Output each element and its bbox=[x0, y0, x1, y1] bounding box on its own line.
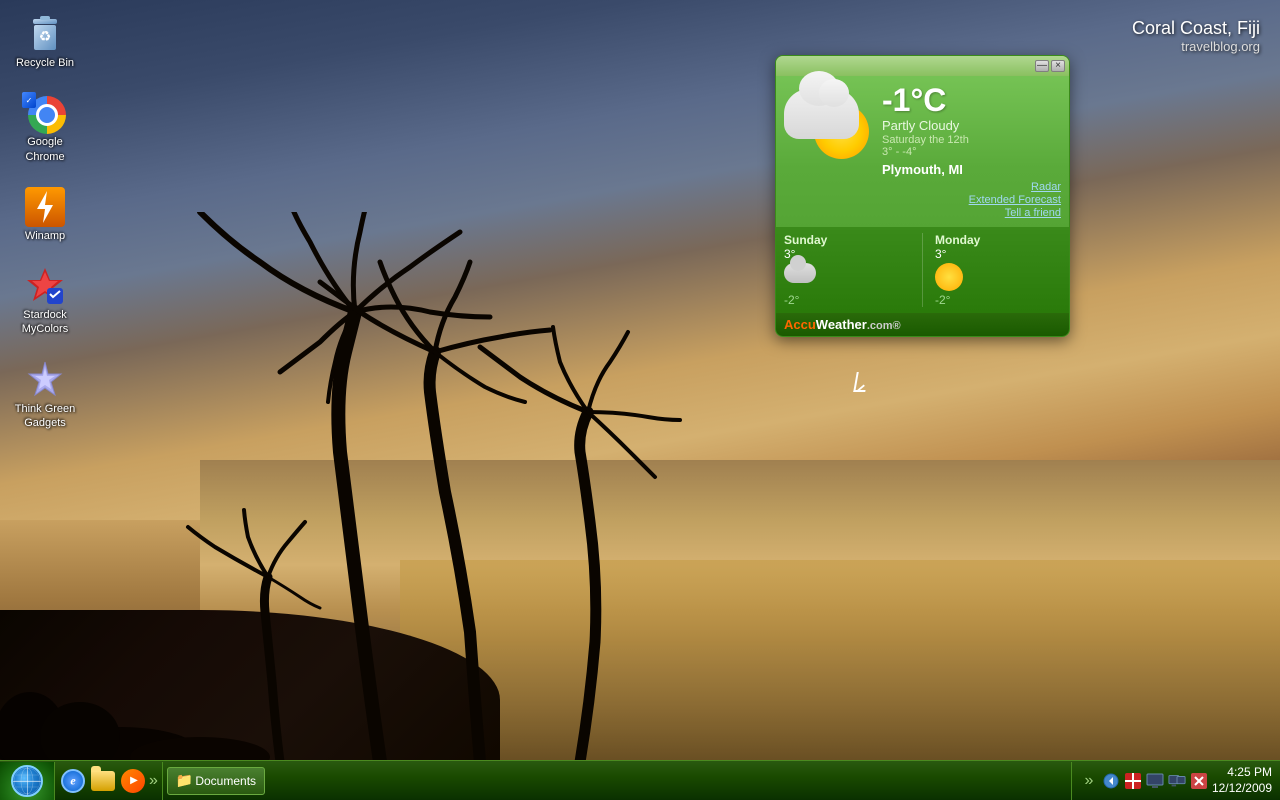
location-site: travelblog.org bbox=[1132, 39, 1260, 54]
flag-tray-icon[interactable] bbox=[1124, 772, 1142, 790]
location-name: Coral Coast, Fiji bbox=[1132, 18, 1260, 39]
weather-condition: Partly Cloudy bbox=[882, 118, 1061, 133]
weather-main-body: -1°C Partly Cloudy Saturday the 12th 3° … bbox=[776, 76, 1069, 227]
clock-time: 4:25 PM bbox=[1227, 765, 1272, 781]
folder-quicklaunch[interactable] bbox=[89, 767, 117, 795]
taskbar: » 📁 Documents » bbox=[0, 760, 1280, 800]
recycle-bin-image: ♻ bbox=[25, 14, 65, 54]
forecast-divider bbox=[922, 233, 923, 307]
weather-icon-container bbox=[784, 84, 874, 219]
think-green-gadgets-icon[interactable]: Think Green Gadgets bbox=[10, 356, 80, 435]
close-tray-icon[interactable] bbox=[1190, 772, 1208, 790]
weather-widget: — × -1°C Partly Cloudy Saturday the 12th… bbox=[775, 55, 1070, 337]
google-chrome-icon[interactable]: ✓ Google Chrome bbox=[10, 89, 80, 168]
forecast-sunday-icon bbox=[784, 263, 816, 283]
desktop-icons-container: ♻ Recycle Bin ✓ Google Chrome bbox=[10, 10, 80, 434]
forecast-monday: Monday 3° -2° bbox=[935, 233, 1061, 307]
forecast-monday-high: 3° bbox=[935, 247, 946, 261]
folder-icon bbox=[91, 771, 115, 791]
weather-links: Radar Extended Forecast Tell a friend bbox=[882, 181, 1061, 219]
taskbar-items-area: 📁 Documents bbox=[163, 762, 1071, 800]
quick-launch-bar: » bbox=[55, 762, 163, 800]
media-icon bbox=[121, 769, 145, 793]
location-display: Coral Coast, Fiji travelblog.org bbox=[1132, 18, 1260, 54]
monitor-tray-icon[interactable] bbox=[1146, 772, 1164, 790]
radar-link[interactable]: Radar bbox=[1031, 181, 1061, 193]
desktop-background bbox=[0, 0, 1280, 800]
winamp-label: Winamp bbox=[25, 229, 65, 243]
show-desktop-tray[interactable]: » bbox=[1080, 772, 1098, 790]
vegetation bbox=[0, 642, 300, 762]
stardock-icon[interactable]: Stardock MyColors bbox=[10, 262, 80, 341]
temp-range: 3° - -4° bbox=[882, 146, 1061, 158]
forecast-monday-icon bbox=[935, 263, 963, 291]
documents-label: Documents bbox=[195, 774, 256, 788]
forecast-sunday: Sunday 3° -2° bbox=[784, 233, 910, 307]
extended-forecast-link[interactable]: Extended Forecast bbox=[969, 194, 1061, 206]
tell-friend-link[interactable]: Tell a friend bbox=[1005, 207, 1061, 219]
ie-icon bbox=[61, 769, 85, 793]
stardock-icon-image bbox=[25, 266, 65, 306]
winamp-icon-image bbox=[25, 187, 65, 227]
forecast-sunday-low: -2° bbox=[784, 293, 799, 307]
forecast-monday-name: Monday bbox=[935, 233, 980, 247]
forecast-monday-low: -2° bbox=[935, 293, 950, 307]
start-button[interactable] bbox=[0, 762, 55, 800]
weather-footer: AccuWeather.com® bbox=[776, 313, 1069, 336]
weather-icon-large bbox=[784, 84, 869, 164]
cloud-icon bbox=[784, 89, 859, 139]
system-clock[interactable]: 4:25 PM 12/12/2009 bbox=[1212, 765, 1272, 796]
start-globe-icon bbox=[11, 765, 43, 797]
documents-taskbar-item[interactable]: 📁 Documents bbox=[167, 767, 265, 795]
weather-info: -1°C Partly Cloudy Saturday the 12th 3° … bbox=[882, 84, 1061, 219]
svg-text:♻: ♻ bbox=[39, 28, 52, 44]
temperature-display: -1°C bbox=[882, 84, 1061, 116]
media-quicklaunch[interactable] bbox=[119, 767, 147, 795]
accuweather-logo: AccuWeather.com® bbox=[784, 317, 901, 332]
accu-weather-text: Weather bbox=[816, 317, 867, 332]
chrome-icon-image: ✓ bbox=[25, 93, 65, 133]
think-green-label: Think Green Gadgets bbox=[14, 402, 76, 431]
widget-close-button[interactable]: × bbox=[1051, 60, 1065, 72]
dual-monitor-tray-icon[interactable] bbox=[1168, 772, 1186, 790]
forecast-sunday-name: Sunday bbox=[784, 233, 827, 247]
weather-location: Plymouth, MI bbox=[882, 162, 1061, 177]
winamp-icon[interactable]: Winamp bbox=[10, 183, 80, 247]
show-desktop-button[interactable]: » bbox=[149, 772, 158, 790]
think-green-icon-image bbox=[25, 360, 65, 400]
stardock-label: Stardock MyColors bbox=[14, 308, 76, 337]
chrome-icon-label: Google Chrome bbox=[14, 135, 76, 164]
clock-date: 12/12/2009 bbox=[1212, 781, 1272, 797]
weather-date: Saturday the 12th bbox=[882, 134, 1061, 146]
back-tray-icon[interactable] bbox=[1102, 772, 1120, 790]
weather-forecast: Sunday 3° -2° Monday 3° -2° bbox=[776, 227, 1069, 313]
ie-quicklaunch[interactable] bbox=[59, 767, 87, 795]
recycle-bin-label: Recycle Bin bbox=[16, 56, 74, 70]
widget-minimize-button[interactable]: — bbox=[1035, 60, 1049, 72]
recycle-bin-icon[interactable]: ♻ Recycle Bin bbox=[10, 10, 80, 74]
system-tray: » bbox=[1071, 762, 1280, 800]
